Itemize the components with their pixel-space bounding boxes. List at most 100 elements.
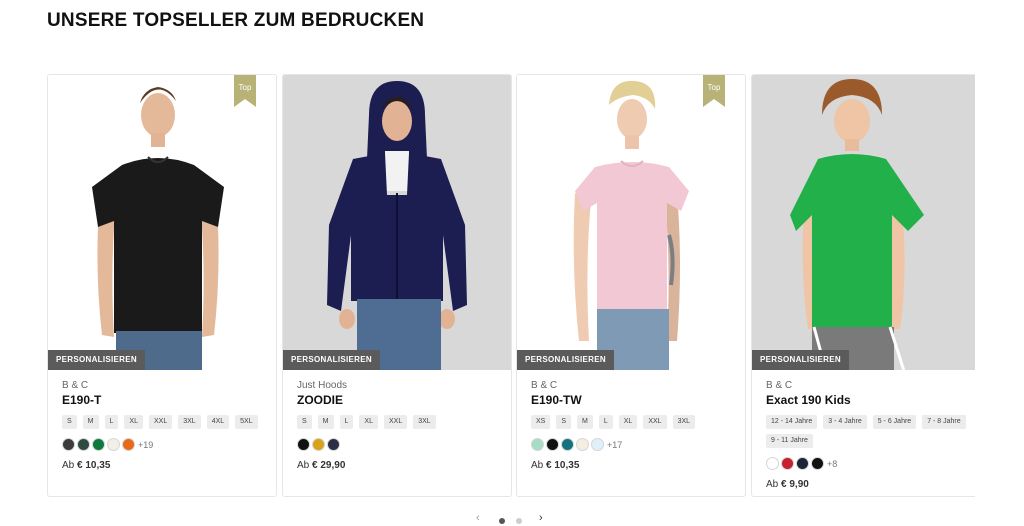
price-prefix: Ab: [766, 479, 779, 490]
color-swatch[interactable]: [811, 457, 824, 470]
size-chip[interactable]: M: [82, 415, 99, 429]
product-price: Ab € 9,90: [766, 479, 966, 490]
price-amount: € 9,90: [781, 479, 809, 490]
size-chip[interactable]: XL: [618, 415, 638, 429]
color-swatches: +19: [62, 438, 262, 451]
size-chip[interactable]: S: [556, 415, 572, 429]
size-chip[interactable]: 4XL: [206, 415, 230, 429]
size-chip[interactable]: S: [62, 415, 77, 429]
size-list: XS S M L XL XXL 3XL: [531, 415, 731, 429]
color-swatch[interactable]: [561, 438, 574, 451]
size-chip[interactable]: M: [317, 415, 334, 429]
size-chip[interactable]: S: [297, 415, 312, 429]
color-swatch[interactable]: [122, 438, 135, 451]
product-carousel: Top PERSONALISIEREN B & C E190-T S M L X…: [47, 74, 975, 498]
model-black-tshirt-image: [92, 87, 224, 370]
size-chip[interactable]: 12 - 14 Jahre: [766, 415, 818, 429]
size-chip[interactable]: 3XL: [672, 415, 696, 429]
size-chip[interactable]: 3 - 4 Jahre: [823, 415, 867, 429]
color-swatch[interactable]: [796, 457, 809, 470]
price-prefix: Ab: [297, 460, 310, 471]
product-brand: B & C: [766, 380, 793, 391]
size-chip[interactable]: XL: [124, 415, 143, 429]
size-chip[interactable]: L: [339, 415, 354, 429]
more-colors-count[interactable]: +17: [607, 440, 622, 450]
price-amount: € 10,35: [546, 460, 580, 471]
color-swatches: +17: [531, 438, 731, 451]
size-chip[interactable]: XL: [359, 415, 378, 429]
size-chip[interactable]: M: [577, 415, 593, 429]
product-name[interactable]: E190-T: [62, 393, 262, 407]
product-name[interactable]: E190-TW: [531, 393, 731, 407]
color-swatch[interactable]: [62, 438, 75, 451]
price-amount: € 29,90: [312, 460, 346, 471]
product-price: Ab € 29,90: [297, 460, 497, 471]
pager-dot[interactable]: [516, 518, 522, 524]
section-title: UNSERE TOPSELLER ZUM BEDRUCKEN: [47, 10, 425, 31]
personalize-badge[interactable]: PERSONALISIEREN: [752, 350, 849, 370]
product-image[interactable]: PERSONALISIEREN: [283, 75, 511, 370]
price-prefix: Ab: [531, 460, 544, 471]
product-price: Ab € 10,35: [531, 460, 731, 471]
color-swatch[interactable]: [781, 457, 794, 470]
top-flag-label: Top: [707, 83, 721, 92]
product-image[interactable]: Top PERSONALISIEREN: [517, 75, 745, 370]
size-chip[interactable]: L: [104, 415, 119, 429]
carousel-pager: ‹ ›: [0, 512, 1024, 526]
product-image[interactable]: Top PERSONALISIEREN: [48, 75, 276, 370]
size-chip[interactable]: 3XL: [413, 415, 436, 429]
size-list: S M L XL XXL 3XL 4XL 5XL: [62, 415, 262, 429]
size-chip[interactable]: 7 - 8 Jahre: [922, 415, 966, 429]
color-swatch[interactable]: [531, 438, 544, 451]
size-chip[interactable]: XS: [531, 415, 551, 429]
product-card[interactable]: Top PERSONALISIEREN B & C E190-TW XS S M…: [516, 74, 746, 497]
product-price: Ab € 10,35: [62, 460, 262, 471]
size-list: S M L XL XXL 3XL: [297, 415, 497, 429]
product-image[interactable]: PERSONALISIEREN: [752, 75, 975, 370]
personalize-badge[interactable]: PERSONALISIEREN: [283, 350, 380, 370]
product-card[interactable]: PERSONALISIEREN B & C Exact 190 Kids 12 …: [751, 74, 975, 497]
product-brand: Just Hoods: [297, 380, 348, 391]
product-card[interactable]: PERSONALISIEREN Just Hoods ZOODIE S M L …: [282, 74, 512, 497]
color-swatches: +8: [766, 457, 966, 470]
size-chip[interactable]: XXL: [383, 415, 408, 429]
color-swatch[interactable]: [312, 438, 325, 451]
color-swatch[interactable]: [576, 438, 589, 451]
color-swatch[interactable]: [766, 457, 779, 470]
product-brand: B & C: [62, 380, 89, 391]
size-chip[interactable]: XXL: [148, 415, 173, 429]
color-swatch[interactable]: [77, 438, 90, 451]
size-chip[interactable]: 5XL: [235, 415, 258, 429]
color-swatch[interactable]: [92, 438, 105, 451]
model-green-kids-tshirt-image: [790, 79, 924, 370]
top-flag-badge: Top: [703, 75, 725, 107]
model-pink-tshirt-image: [573, 80, 689, 370]
size-chip[interactable]: 5 - 6 Jahre: [872, 415, 917, 429]
size-chip[interactable]: 3XL: [178, 415, 201, 429]
product-card[interactable]: Top PERSONALISIEREN B & C E190-T S M L X…: [47, 74, 277, 497]
personalize-badge[interactable]: PERSONALISIEREN: [48, 350, 145, 370]
more-colors-count[interactable]: +19: [138, 440, 153, 450]
color-swatch[interactable]: [107, 438, 120, 451]
more-colors-count[interactable]: +8: [827, 459, 837, 469]
product-name[interactable]: ZOODIE: [297, 393, 497, 407]
chevron-right-icon[interactable]: ›: [539, 512, 543, 524]
color-swatch[interactable]: [591, 438, 604, 451]
product-brand: B & C: [531, 380, 558, 391]
top-flag-badge: Top: [234, 75, 256, 107]
top-flag-label: Top: [238, 83, 252, 92]
size-chip[interactable]: L: [598, 415, 613, 429]
product-name[interactable]: Exact 190 Kids: [766, 393, 966, 407]
size-chip[interactable]: 9 - 11 Jahre: [766, 434, 813, 448]
personalize-badge[interactable]: PERSONALISIEREN: [517, 350, 614, 370]
chevron-left-icon[interactable]: ‹: [476, 512, 480, 524]
color-swatch[interactable]: [297, 438, 310, 451]
size-chip[interactable]: XXL: [643, 415, 667, 429]
color-swatch[interactable]: [327, 438, 340, 451]
price-amount: € 10,35: [77, 460, 111, 471]
price-prefix: Ab: [62, 460, 75, 471]
color-swatch[interactable]: [546, 438, 559, 451]
model-navy-hoodie-image: [327, 81, 467, 370]
pager-dot-active[interactable]: [499, 518, 505, 524]
size-list: 12 - 14 Jahre 3 - 4 Jahre 5 - 6 Jahre 7 …: [766, 415, 966, 448]
